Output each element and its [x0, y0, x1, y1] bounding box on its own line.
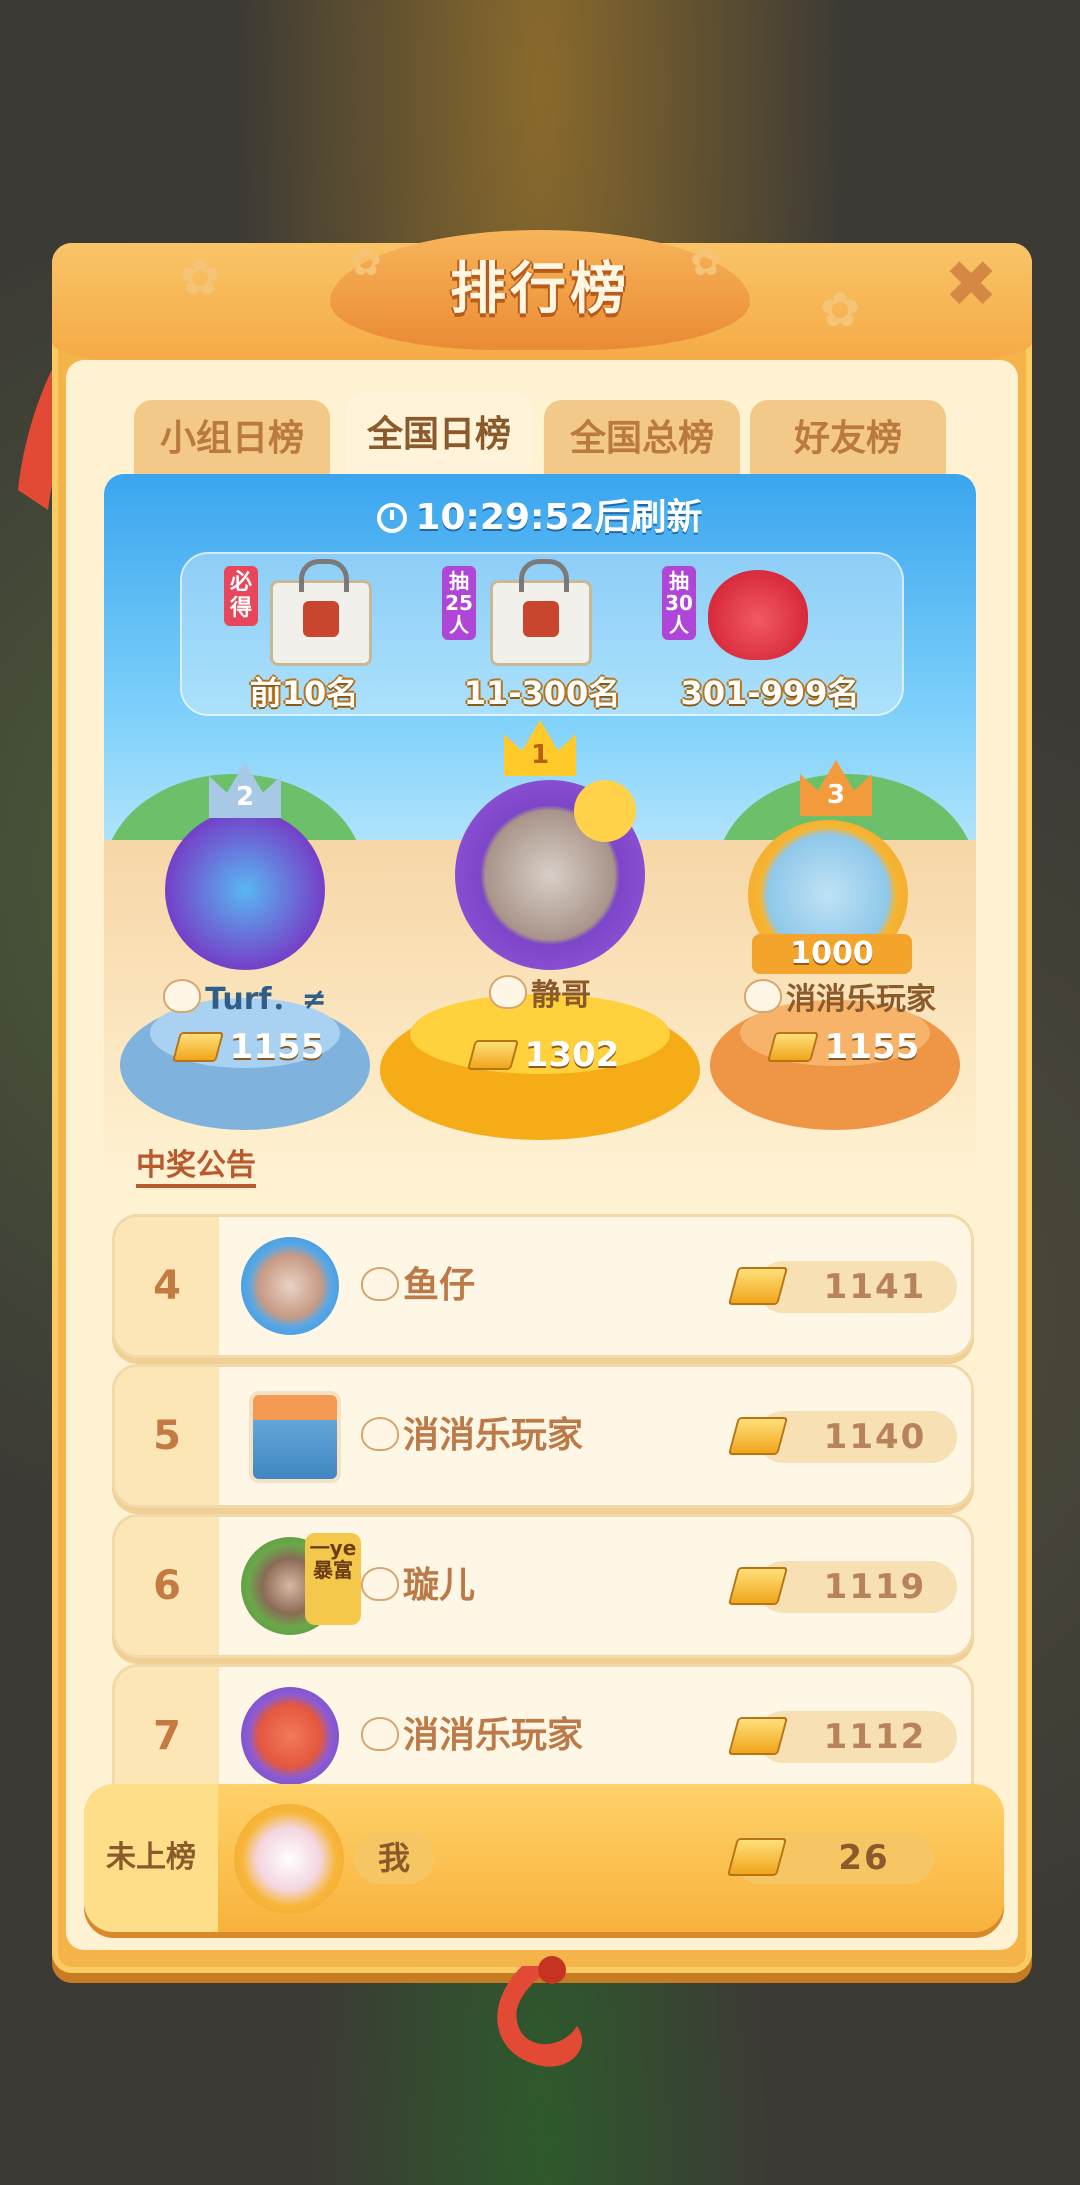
tab-group-daily[interactable]: 小组日榜 — [134, 400, 330, 478]
prize-label: 前10名 — [249, 674, 359, 712]
red-fox-plush-icon — [708, 570, 808, 660]
rank-number: 5 — [153, 1413, 181, 1459]
podium-third-name: 消消乐玩家 — [720, 978, 960, 1022]
podium-first-score: 1302 — [430, 1030, 660, 1080]
my-rank-row[interactable]: 未上榜 我 26 — [84, 1784, 1004, 1932]
podium-third-score: 1155 — [730, 1022, 960, 1072]
crown-rank: 2 — [235, 782, 255, 812]
rabbit-icon — [361, 1417, 399, 1451]
player-name: 璇儿 — [361, 1561, 475, 1611]
podium-first-name: 静哥 — [430, 974, 650, 1018]
avatar[interactable] — [241, 1687, 339, 1785]
crown-rank: 3 — [826, 780, 846, 810]
avatar[interactable] — [249, 1391, 341, 1483]
rank-number: 6 — [153, 1563, 181, 1609]
rabbit-icon — [361, 1567, 399, 1601]
score-value: 1155 — [229, 1027, 325, 1067]
rabbit-icon — [489, 975, 527, 1009]
tab-national-daily[interactable]: 全国日榜 — [346, 392, 532, 478]
prize-tag: 抽30人 — [662, 566, 696, 640]
prize-11-300[interactable]: 抽25人 11-300名 — [440, 559, 660, 712]
gold-bar-icon — [727, 1417, 789, 1455]
refresh-suffix: 后刷新 — [594, 497, 703, 538]
score-value: 1112 — [823, 1717, 927, 1757]
ribbon-decoration — [497, 1956, 583, 2067]
rabbit-icon — [361, 1267, 399, 1301]
refresh-time: 10:29:52 — [415, 497, 595, 538]
player-name: 静哥 — [531, 978, 591, 1013]
gold-bar-icon — [727, 1267, 789, 1305]
player-name: Turf．≠ — [205, 982, 327, 1017]
score-value: 1141 — [823, 1267, 927, 1307]
close-icon: ✖ — [944, 248, 998, 322]
clock-icon — [377, 503, 408, 533]
score-value: 1140 — [823, 1417, 927, 1457]
player-name: 消消乐玩家 — [361, 1711, 583, 1761]
flower-decoration-icon: ✿ — [180, 250, 221, 306]
prize-label: 11-300名 — [463, 674, 621, 712]
gold-bar-icon — [171, 1032, 224, 1062]
podium-second-name: Turf．≠ — [120, 978, 370, 1022]
refresh-timer: 10:29:52后刷新 — [104, 488, 976, 538]
avatar-second[interactable] — [165, 810, 325, 970]
prize-tag: 必得 — [224, 566, 258, 626]
player-name: 消消乐玩家 — [786, 982, 936, 1017]
rabbit-icon — [361, 1717, 399, 1751]
sun-decoration — [574, 780, 636, 842]
podium-second-score: 1155 — [130, 1022, 370, 1072]
gold-bar-icon — [726, 1838, 788, 1876]
gift-bag-icon — [490, 559, 592, 666]
my-rank-label: 未上榜 — [106, 1840, 196, 1875]
my-score: 26 — [838, 1838, 890, 1878]
prize-tag: 抽25人 — [442, 566, 476, 640]
list-item[interactable]: 5 消消乐玩家 1140 — [112, 1364, 974, 1508]
rank-number: 4 — [153, 1263, 181, 1309]
player-name: 鱼仔 — [361, 1261, 475, 1311]
avatar-sticker: 一ye暴富 — [305, 1533, 361, 1625]
prize-label: 301-999名 — [680, 674, 860, 712]
score-value: 1302 — [524, 1035, 620, 1075]
list-item[interactable]: 4 鱼仔 1141 — [112, 1214, 974, 1358]
close-button[interactable]: ✖ — [940, 253, 1002, 317]
my-name: 我 — [354, 1832, 434, 1884]
gift-bag-icon — [270, 559, 372, 666]
list-item[interactable]: 6 一ye暴富 璇儿 1119 — [112, 1514, 974, 1658]
player-name: 消消乐玩家 — [361, 1411, 583, 1461]
my-avatar[interactable] — [234, 1804, 344, 1914]
page-title: 排行榜 — [450, 257, 630, 322]
gold-bar-icon — [727, 1567, 789, 1605]
gold-bar-icon — [727, 1717, 789, 1755]
avatar[interactable] — [241, 1237, 339, 1335]
score-value: 1119 — [823, 1567, 927, 1607]
gold-bar-icon — [766, 1032, 819, 1062]
rabbit-icon — [163, 979, 202, 1013]
prize-top10[interactable]: 必得 前10名 — [220, 559, 440, 712]
winner-announcement-link[interactable]: 中奖公告 — [136, 1140, 256, 1188]
crown-rank: 1 — [530, 740, 550, 770]
prize-301-999[interactable]: 抽30人 301-999名 — [660, 560, 880, 712]
level-badge: 1000 — [752, 934, 912, 974]
tab-national-total[interactable]: 全国总榜 — [544, 400, 740, 478]
flower-decoration-icon: ✿ — [820, 282, 861, 338]
tab-friends[interactable]: 好友榜 — [750, 400, 946, 478]
rabbit-icon — [744, 979, 782, 1013]
score-value: 1155 — [824, 1027, 920, 1067]
gold-bar-icon — [466, 1040, 519, 1070]
